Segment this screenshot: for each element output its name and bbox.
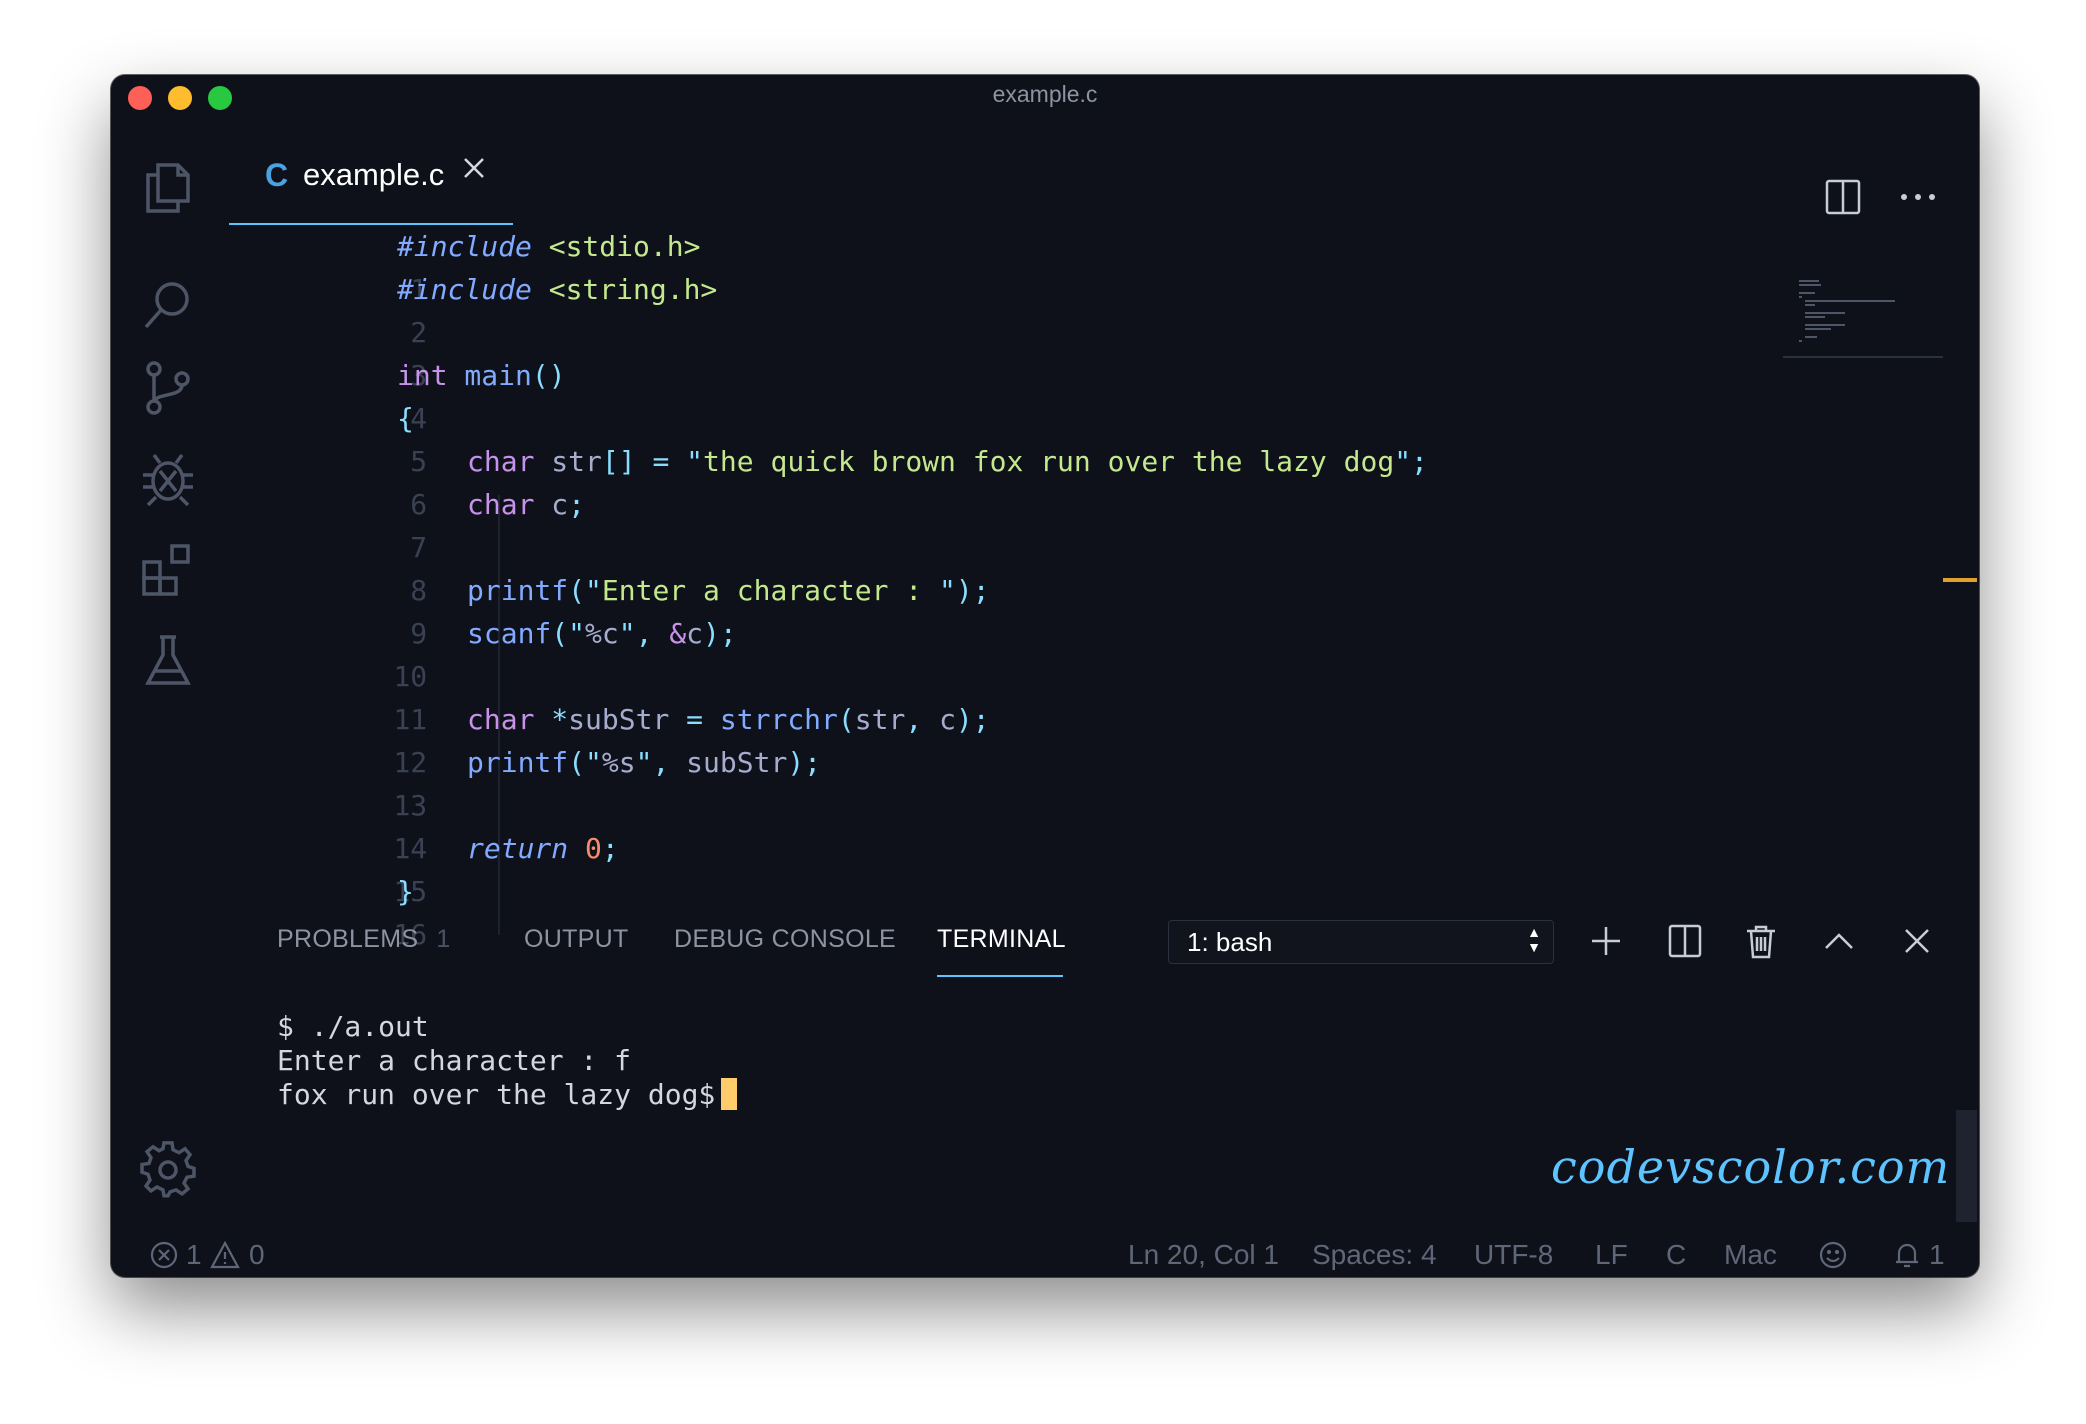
terminal-select[interactable]: 1: bash ▲ ▼ xyxy=(1168,920,1554,964)
terminal-line: $ ./a.out xyxy=(277,1010,429,1043)
warning-icon[interactable] xyxy=(209,1239,241,1271)
code-line: 6 char str[] = "the quick brown fox run … xyxy=(251,440,1428,521)
code-line: 1 #include <stdio.h> xyxy=(251,225,700,306)
indentation[interactable]: Spaces: 4 xyxy=(1312,1239,1437,1271)
flask-icon[interactable] xyxy=(138,631,198,691)
code-line: 13 printf("%s", subStr); xyxy=(251,741,821,822)
close-icon[interactable] xyxy=(459,153,489,183)
code-text: } xyxy=(397,875,414,908)
code-line: 2 #include <string.h> xyxy=(251,268,717,349)
gear-icon[interactable] xyxy=(138,1140,198,1200)
watermark: codevscolor.com xyxy=(1551,1140,1951,1194)
error-count[interactable]: 1 xyxy=(186,1239,202,1271)
terminal-cursor xyxy=(721,1078,738,1110)
code-line: 14 xyxy=(251,784,427,865)
code-text: #include <stdio.h> xyxy=(397,230,701,263)
code-text: printf("Enter a character : "); xyxy=(467,574,990,607)
code-line: 4 int main() xyxy=(251,354,566,435)
status-bar: 1 0 Ln 20, Col 1 Spaces: 4 UTF-8 LF C Ma… xyxy=(111,1235,1979,1277)
source-control-icon[interactable] xyxy=(138,357,198,417)
code-line: 10 scanf("%c", &c); xyxy=(251,612,736,693)
code-line: 8 xyxy=(251,526,427,607)
trash-icon[interactable] xyxy=(1741,921,1781,961)
terminal-select-value: 1: bash xyxy=(1187,927,1273,957)
tab-output[interactable]: OUTPUT xyxy=(524,925,629,954)
split-terminal-icon[interactable] xyxy=(1665,921,1705,961)
code-line: 3 xyxy=(251,311,427,392)
search-icon[interactable] xyxy=(138,275,198,335)
problems-count-badge: 1 xyxy=(436,925,451,953)
encoding[interactable]: UTF-8 xyxy=(1474,1239,1553,1271)
terminal-scrollbar[interactable] xyxy=(1956,1110,1977,1222)
tab-label: example.c xyxy=(303,157,445,192)
close-panel-icon[interactable] xyxy=(1897,921,1937,961)
code-line: 16 } xyxy=(251,870,427,951)
terminal-line: fox run over the lazy dog$ xyxy=(277,1078,716,1111)
files-icon[interactable] xyxy=(138,157,198,217)
chevron-up-icon[interactable] xyxy=(1819,921,1859,961)
activity-bar xyxy=(111,125,226,1237)
active-tab-indicator xyxy=(937,975,1063,977)
code-text: printf("%s", subStr); xyxy=(467,746,822,779)
warning-count[interactable]: 0 xyxy=(249,1239,265,1271)
cursor-position[interactable]: Ln 20, Col 1 xyxy=(1128,1239,1279,1271)
bell-icon[interactable] xyxy=(1891,1239,1923,1271)
select-arrows-icon: ▲ ▼ xyxy=(1527,924,1541,955)
terminal-line: Enter a character : f xyxy=(277,1044,632,1077)
tab-terminal[interactable]: TERMINAL xyxy=(937,925,1066,954)
code-text: char c; xyxy=(467,488,586,521)
code-line: 5 { xyxy=(251,397,427,478)
code-text: char *subStr = strrchr(str, c); xyxy=(467,703,990,736)
code-line: 9 printf("Enter a character : "); xyxy=(251,569,989,650)
tab-example-c[interactable]: C example.c xyxy=(229,125,513,225)
c-language-icon: C xyxy=(265,157,289,193)
editor-window: example.c C example.c 1 #include <stdio.… xyxy=(111,75,1979,1277)
window-title: example.c xyxy=(992,81,1098,107)
platform[interactable]: Mac xyxy=(1724,1239,1777,1271)
tab-problems[interactable]: PROBLEMS 1 xyxy=(277,925,451,954)
code-text: int main() xyxy=(397,359,566,392)
code-line: 7 char c; xyxy=(251,483,585,564)
minimap[interactable] xyxy=(1783,200,1943,360)
tab-debug-console[interactable]: DEBUG CONSOLE xyxy=(674,925,896,954)
error-icon[interactable] xyxy=(148,1239,180,1271)
code-text: char str[] = "the quick brown fox run ov… xyxy=(467,445,1428,478)
code-text: scanf("%c", &c); xyxy=(467,617,737,650)
code-line: 12 char *subStr = strrchr(str, c); xyxy=(251,698,989,779)
terminal-output[interactable]: $ ./a.out Enter a character : f fox run … xyxy=(277,1010,738,1112)
language-mode[interactable]: C xyxy=(1666,1239,1686,1271)
extensions-icon[interactable] xyxy=(138,540,198,600)
debug-icon[interactable] xyxy=(138,449,198,509)
smiley-icon[interactable] xyxy=(1817,1239,1849,1271)
code-editor[interactable]: 1 #include <stdio.h> 2 #include <string.… xyxy=(251,225,1751,960)
code-text: { xyxy=(397,402,414,435)
scrollbar-marker xyxy=(1943,578,1977,582)
end-of-line[interactable]: LF xyxy=(1595,1239,1628,1271)
code-line: 15 return 0; xyxy=(251,827,618,908)
code-text: return 0; xyxy=(467,832,619,865)
code-line: 11 xyxy=(251,655,427,736)
plus-icon[interactable] xyxy=(1586,921,1626,961)
code-text: #include <string.h> xyxy=(397,273,718,306)
notification-count[interactable]: 1 xyxy=(1929,1239,1945,1271)
